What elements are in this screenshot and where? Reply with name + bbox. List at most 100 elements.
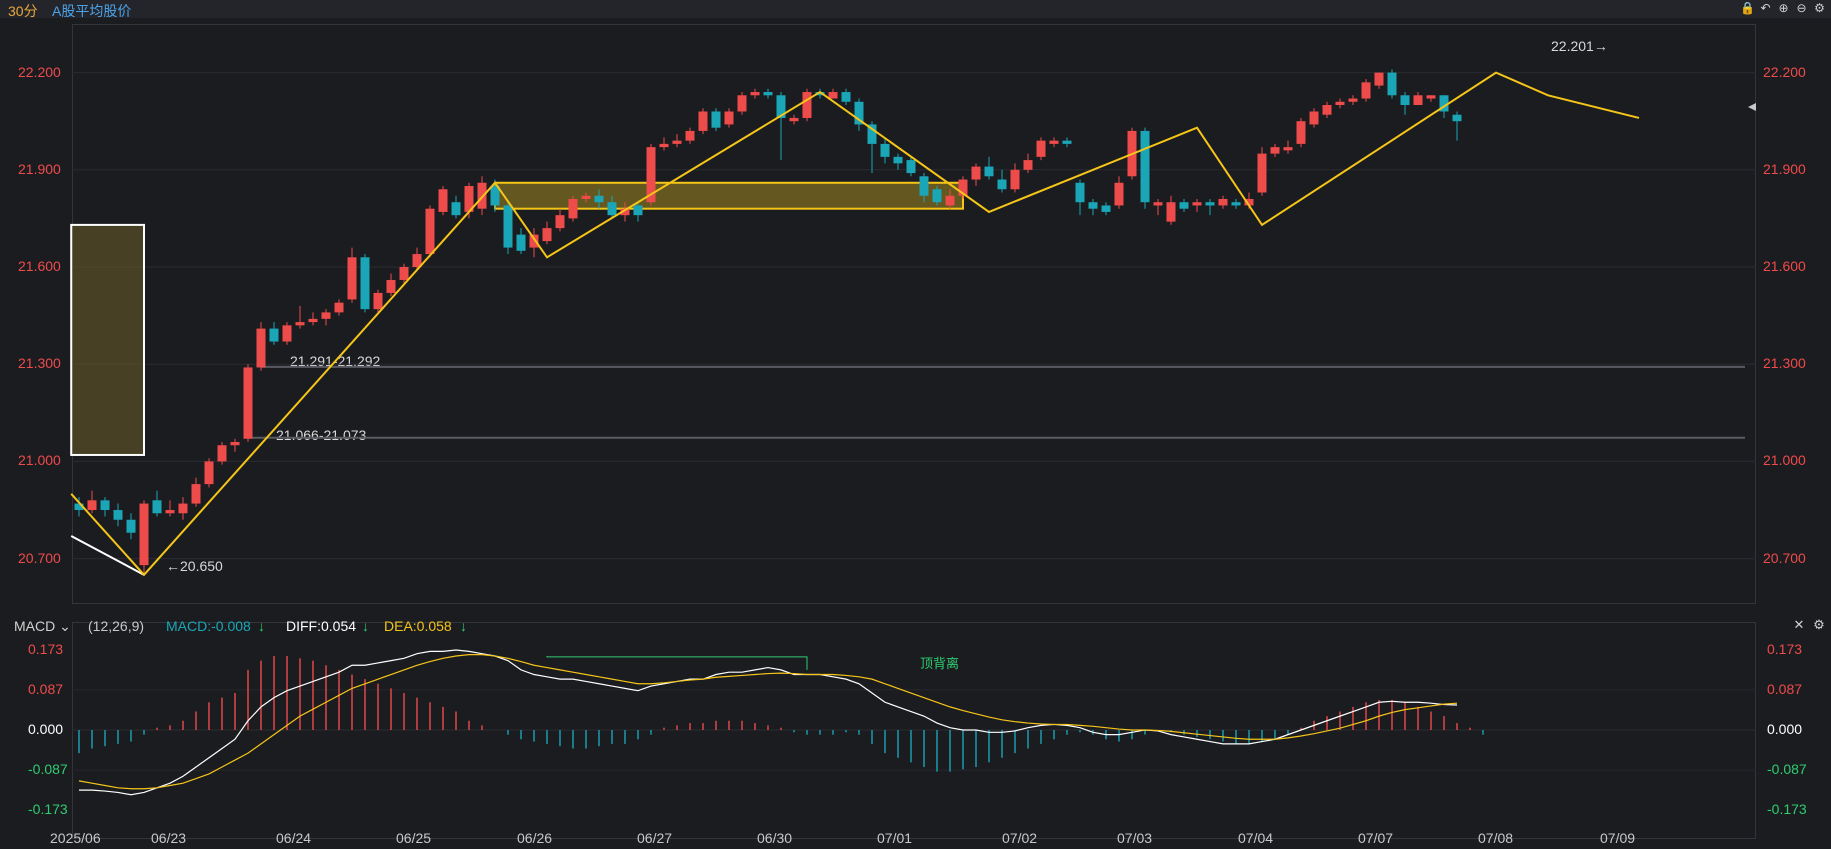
candle-body (1075, 182, 1085, 203)
candle-body (841, 92, 851, 102)
candle-body (269, 328, 279, 342)
candle-body (1023, 160, 1033, 170)
candle-body (997, 179, 1007, 190)
candle-body (737, 95, 747, 112)
candle-body (672, 140, 682, 144)
diff-line (79, 649, 1458, 796)
candle-body (399, 267, 409, 280)
candle-body (126, 519, 136, 533)
range-box (494, 181, 964, 210)
candle-body (945, 195, 955, 206)
candle-body (1049, 140, 1059, 144)
candle-body (568, 198, 578, 219)
candle-body (191, 484, 201, 504)
candle-body (1296, 121, 1306, 144)
candle-body (516, 234, 526, 251)
candle-body (87, 500, 97, 511)
candle-body (659, 143, 669, 148)
candle-body (1231, 202, 1241, 206)
candle-body (308, 318, 318, 323)
candle-body (893, 156, 903, 164)
dea-line (78, 654, 1458, 790)
candle-body (1010, 169, 1020, 190)
candle-body (321, 312, 331, 319)
candle-body (1036, 140, 1046, 157)
candle-body (1400, 95, 1410, 106)
candle-body (477, 182, 487, 209)
candle-body (542, 228, 552, 242)
candle-body (724, 111, 734, 125)
candle-body (1192, 202, 1202, 206)
candle-body (789, 117, 799, 122)
candle-body (932, 189, 942, 203)
candle-body (1387, 72, 1397, 96)
candle-body (763, 92, 773, 96)
support-trendline (70, 535, 145, 576)
candle-body (425, 208, 435, 255)
candle-body (230, 441, 240, 446)
candle-body (347, 257, 357, 300)
candle-body (386, 279, 396, 293)
candle-body (971, 166, 981, 180)
candle-body (1348, 98, 1358, 102)
candle-body (919, 176, 929, 196)
candle-body (594, 195, 604, 203)
candle-body (438, 189, 448, 212)
range-box (70, 223, 145, 456)
candle-body (880, 143, 890, 157)
candle-body (1309, 111, 1319, 125)
candle-body (633, 205, 643, 216)
candle-body (555, 215, 565, 229)
zigzag-line (70, 71, 1640, 577)
candle-body (698, 111, 708, 131)
candle-body (1088, 202, 1098, 209)
candle-body (685, 130, 695, 141)
candle-body (1218, 198, 1228, 206)
candle-body (1361, 82, 1371, 99)
candle-body (1270, 147, 1280, 154)
candle-body (1283, 147, 1293, 151)
candle-body (282, 325, 292, 342)
candle-body (1205, 202, 1215, 206)
candle-body (1101, 205, 1111, 212)
candle-body (217, 445, 227, 462)
candle-body (334, 302, 344, 313)
candle-body (256, 328, 266, 368)
candle-body (1114, 182, 1124, 206)
candle-body (750, 92, 760, 96)
candle-body (1153, 202, 1163, 206)
candle-body (581, 195, 591, 199)
candle-body (1062, 140, 1072, 144)
chart-canvas (70, 69, 1756, 796)
candle-body (165, 510, 175, 514)
candle-body (529, 234, 539, 248)
candle-body (100, 500, 110, 511)
candle-body (984, 166, 994, 177)
candle-body (152, 500, 162, 514)
candle-body (711, 111, 721, 128)
candle-body (1426, 95, 1436, 99)
candle-body (243, 367, 253, 439)
candle-body (1322, 105, 1332, 115)
candle-body (178, 503, 188, 514)
candle-body (139, 503, 149, 566)
candle-body (607, 202, 617, 216)
candle-body (204, 461, 214, 485)
candle-body (1257, 153, 1267, 193)
candle-body (906, 160, 916, 174)
candle-body (113, 510, 123, 520)
candle-body (1166, 202, 1176, 222)
candle-body (1179, 202, 1189, 209)
candle-body (295, 322, 305, 326)
candle-body (373, 292, 383, 310)
candle-body (1452, 114, 1462, 122)
candle-body (1140, 130, 1150, 203)
candle-body (1413, 95, 1423, 106)
candle-body (1335, 101, 1345, 106)
candle-body (451, 202, 461, 216)
candle-body (503, 205, 513, 248)
candle-body (1374, 72, 1384, 86)
candle-body (828, 92, 838, 99)
candle-body (802, 92, 812, 118)
current-price-pointer (1748, 103, 1756, 111)
